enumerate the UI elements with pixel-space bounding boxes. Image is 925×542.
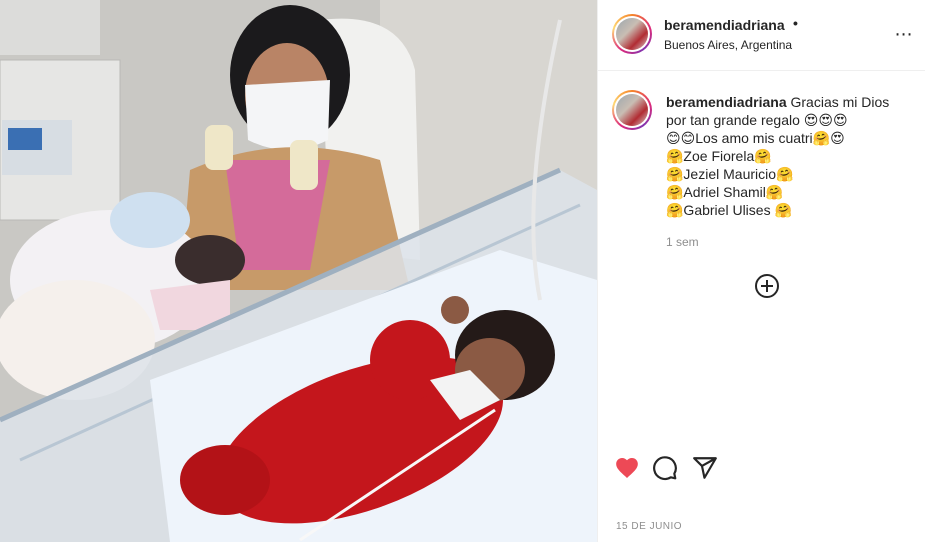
caption-line-1: Gracias mi Dios (790, 94, 890, 110)
caption-line-3: 😊😊Los amo mis cuatri🤗😍 (666, 130, 845, 146)
more-options-icon[interactable]: ⋯ (892, 22, 916, 46)
caption-username[interactable]: beramendiadriana (666, 94, 787, 110)
caption-timestamp[interactable]: 1 sem (666, 235, 699, 249)
plus-circle-icon[interactable] (755, 274, 779, 298)
caption-line-5: 🤗Jeziel Mauricio🤗 (666, 166, 794, 182)
hospital-photo-illustration (0, 0, 597, 542)
post-username[interactable]: beramendiadriana (664, 17, 785, 33)
post-location[interactable]: Buenos Aires, Argentina (664, 38, 792, 52)
caption-line-6: 🤗Adriel Shamil🤗 (666, 184, 784, 200)
post-header: beramendiadriana • Buenos Aires, Argenti… (598, 0, 925, 71)
post-side-panel: beramendiadriana • Buenos Aires, Argenti… (597, 0, 925, 542)
caption-line-4: 🤗Zoe Fiorela🤗 (666, 148, 772, 164)
share-icon[interactable] (692, 455, 718, 481)
caption-line-7: 🤗Gabriel Ulises 🤗 (666, 202, 792, 218)
caption-text: beramendiadriana Gracias mi Dios por tan… (666, 93, 906, 219)
caption-line-2: por tan grande regalo 😍😍😍 (666, 112, 848, 128)
avatar[interactable] (612, 14, 652, 54)
comment-icon[interactable] (652, 455, 678, 481)
post-date[interactable]: 15 DE JUNIO (616, 521, 682, 532)
heart-icon[interactable] (614, 455, 640, 481)
caption-avatar[interactable] (612, 90, 652, 130)
post-photo[interactable] (0, 0, 597, 542)
separator-dot: • (793, 15, 798, 31)
action-bar (614, 455, 754, 481)
